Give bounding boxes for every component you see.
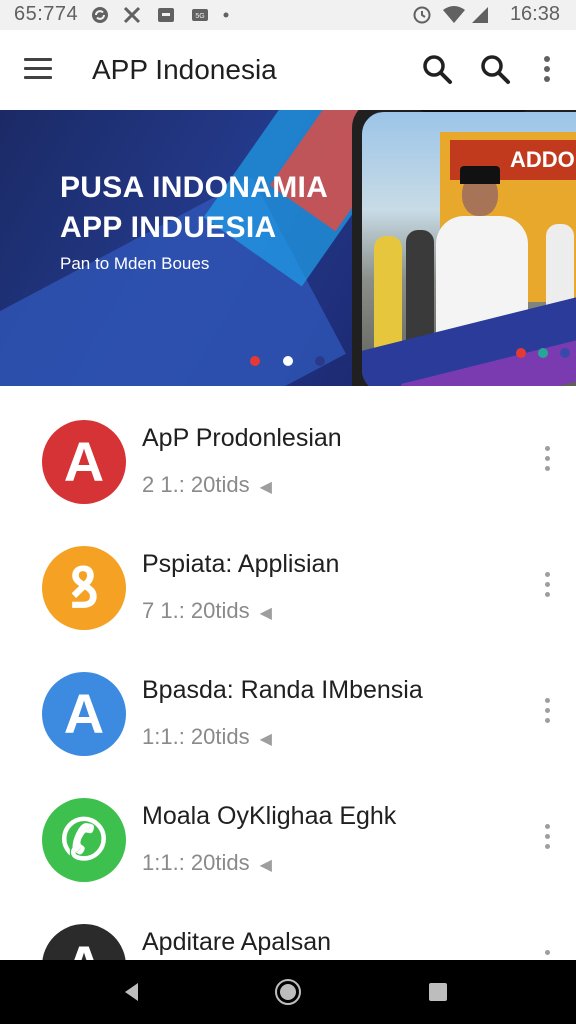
app-meta: 2 1.: 20tids ◀ [142, 472, 272, 498]
recents-icon[interactable] [426, 980, 450, 1004]
svg-text:5G: 5G [195, 13, 204, 20]
home-icon[interactable] [274, 978, 302, 1006]
app-bar: APP Indonesia [0, 30, 576, 111]
carousel-dot[interactable] [250, 356, 260, 366]
status-time: 65:774 [14, 3, 79, 25]
screen-dot [516, 348, 526, 358]
app-meta: 1:1.: 20tids ◀ [142, 724, 272, 750]
app-title: Moala OyKlighaa Eghk [142, 802, 397, 830]
signal-icon [472, 7, 488, 23]
search-icon[interactable] [420, 52, 454, 86]
background-person [374, 236, 402, 356]
more-vert-icon[interactable] [536, 572, 558, 602]
list-item[interactable]: A Bpasda: Randa IMbensia 1:1.: 20tids ◀ [0, 646, 576, 772]
system-nav-bar [0, 960, 576, 1024]
phone-icon: ✆ [42, 798, 126, 882]
carousel-dot-active[interactable] [283, 356, 293, 366]
letter-a-icon: A [42, 672, 126, 756]
list-item[interactable]: ✆ Moala OyKlighaa Eghk 1:1.: 20tids ◀ [0, 772, 576, 898]
thumb-icon: ◀ [259, 479, 272, 496]
banner-headline-line1: PUSA INDONAMIA [60, 171, 329, 204]
app-meta-text: 2 1.: 20tids [142, 472, 250, 497]
screen-dot [560, 348, 570, 358]
sync-icon [92, 7, 108, 23]
screen-dot [538, 348, 548, 358]
back-icon[interactable] [120, 980, 144, 1004]
banner-subtitle: Pan to Mden Boues [60, 254, 210, 273]
app-title: ApP Prodonlesian [142, 424, 342, 452]
status-bar: 65:774 5G 16:38 [0, 0, 576, 30]
phone-notch [414, 110, 532, 112]
notification-icon [158, 8, 174, 22]
app-title: Pspiata: Applisian [142, 550, 340, 578]
app-meta: 1:1.: 20tids ◀ [142, 850, 272, 876]
thumb-icon: ◀ [259, 605, 272, 622]
hamburger-menu-icon[interactable] [24, 58, 52, 82]
phone-mockup: ADDO [352, 110, 576, 386]
banner-headline: PUSA INDONAMIA APP INDUESIA [60, 168, 328, 248]
search-icon[interactable] [478, 52, 512, 86]
phone-screen-photo: ADDO [362, 112, 576, 386]
thumb-icon: ◀ [259, 731, 272, 748]
app-meta: 7 1.: 20tids ◀ [142, 598, 272, 624]
app-meta-text: 1:1.: 20tids [142, 724, 250, 749]
more-vert-icon[interactable] [530, 52, 564, 86]
more-vert-icon[interactable] [536, 698, 558, 728]
banner-headline-line2: APP INDUESIA [60, 211, 277, 244]
alarm-icon [413, 6, 431, 24]
letter-a-icon: A [42, 420, 126, 504]
no-signal-icon [123, 6, 141, 24]
app-meta-text: 1:1.: 20tids [142, 850, 250, 875]
carousel-dot[interactable] [315, 356, 325, 366]
ribbon-icon: ꝸ [42, 546, 126, 630]
app-meta-text: 7 1.: 20tids [142, 598, 250, 623]
page-title: APP Indonesia [92, 54, 277, 85]
list-item[interactable]: ꝸ Pspiata: Applisian 7 1.: 20tids ◀ [0, 520, 576, 646]
dot-icon [223, 12, 229, 18]
status-clock: 16:38 [509, 3, 560, 25]
app-title: Apditare Apalsan [142, 928, 332, 956]
more-vert-icon[interactable] [536, 824, 558, 854]
cast-icon: 5G [192, 9, 208, 21]
more-vert-icon[interactable] [536, 446, 558, 476]
promo-banner[interactable]: PUSA INDONAMIA APP INDUESIA Pan to Mden … [0, 110, 576, 386]
wifi-icon [443, 6, 465, 23]
app-title: Bpasda: Randa IMbensia [142, 676, 423, 704]
list-item[interactable]: A ApP Prodonlesian 2 1.: 20tids ◀ [0, 394, 576, 520]
thumb-icon: ◀ [259, 857, 272, 874]
